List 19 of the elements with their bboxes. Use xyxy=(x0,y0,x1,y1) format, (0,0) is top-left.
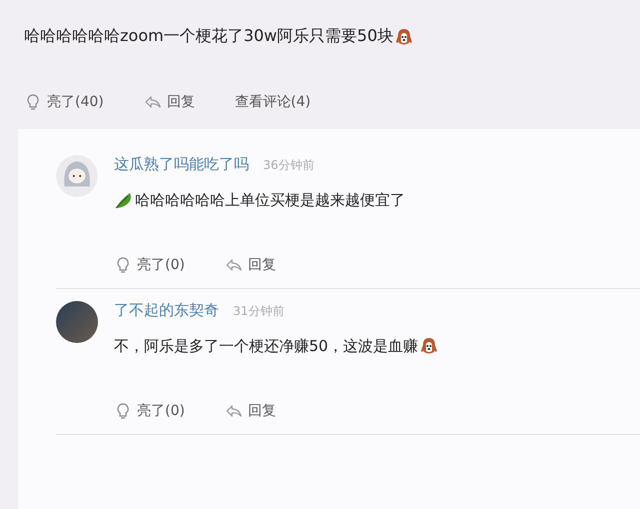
like-button[interactable]: 亮了(0) xyxy=(114,256,185,274)
leaf-icon xyxy=(114,190,134,210)
comment-text: 不，阿乐是多了一个梗还净赚50，这波是血赚 xyxy=(114,336,418,356)
comment-time: 36分钟前 xyxy=(263,157,314,174)
like-button[interactable]: 亮了(40) xyxy=(24,93,104,111)
comment-text: 哈哈哈哈哈哈上单位买梗是越来越便宜了 xyxy=(135,190,405,210)
dog-sticker-icon xyxy=(419,336,440,356)
reply-button[interactable]: 回复 xyxy=(144,93,195,111)
cartoon-avatar xyxy=(56,155,98,197)
username-link[interactable]: 这瓜熟了吗能吃了吗 xyxy=(114,155,249,174)
reply-button[interactable]: 回复 xyxy=(224,256,276,274)
dog-sticker-icon xyxy=(394,26,414,46)
avatar-photo-placeholder xyxy=(56,301,98,343)
comment-text: 哈哈哈哈哈哈zoom一个梗花了30w阿乐只需要50块 xyxy=(24,26,394,47)
comment-time: 31分钟前 xyxy=(233,303,284,320)
username-link[interactable]: 了不起的东契奇 xyxy=(114,301,219,320)
like-button[interactable]: 亮了(0) xyxy=(114,402,185,420)
reply-button[interactable]: 回复 xyxy=(224,402,276,420)
view-comments-link[interactable]: 查看评论(4) xyxy=(234,93,311,111)
